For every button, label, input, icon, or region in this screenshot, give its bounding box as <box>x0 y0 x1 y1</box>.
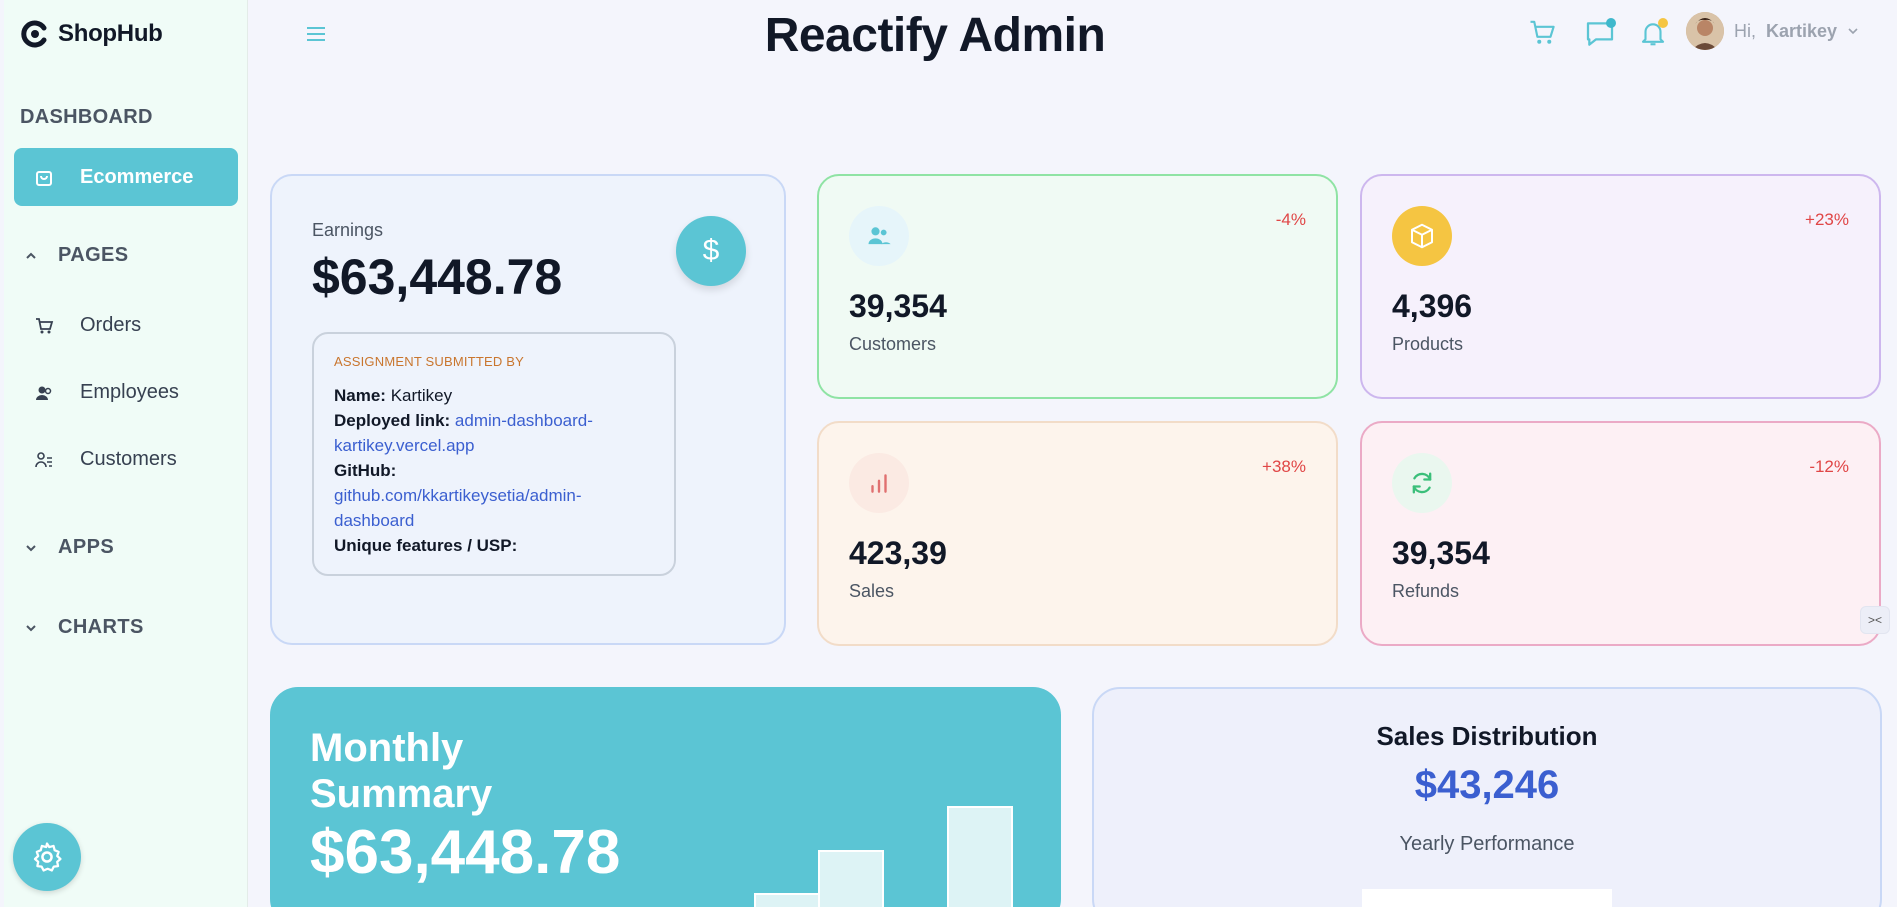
employees-icon <box>36 386 52 400</box>
avatar <box>1686 12 1724 50</box>
stat-label: Products <box>1392 334 1464 354</box>
chevron-down-icon <box>1848 28 1858 35</box>
refresh-icon <box>1392 453 1452 513</box>
pages-section-toggle[interactable]: PAGES <box>24 244 129 267</box>
sales-distribution-value: $43,246 <box>1414 763 1560 807</box>
sales-distribution-card: Sales Distribution $43,246 Yearly Perfor… <box>1092 687 1882 907</box>
stat-label: Sales <box>849 581 895 601</box>
stat-value: 423,39 <box>849 535 947 571</box>
stat-value: 4,396 <box>1392 288 1473 324</box>
cart-button[interactable] <box>1528 18 1558 53</box>
sidebar-item-label: Ecommerce <box>80 165 194 188</box>
change-badge: -4% <box>1275 210 1306 229</box>
change-badge: +38% <box>1262 457 1306 476</box>
greeting: Hi, <box>1734 20 1756 41</box>
shopping-bag-icon <box>36 171 52 186</box>
customers-icon <box>35 451 52 467</box>
stat-value: 39,354 <box>1392 535 1490 571</box>
apps-section-title: APPS <box>58 536 115 558</box>
sidebar-item-customers[interactable]: Customers <box>34 448 177 471</box>
earnings-label: Earnings <box>312 220 384 240</box>
notification-dot <box>1658 18 1668 28</box>
assignment-heading: ASSIGNMENT SUBMITTED BY <box>334 354 524 369</box>
sidebar-item-label: Employees <box>80 381 179 403</box>
cart-icon <box>36 317 54 333</box>
name-value: Kartikey <box>390 386 453 405</box>
chart-bar <box>818 850 884 907</box>
chevron-down-icon <box>26 624 36 631</box>
earnings-value: $63,448.78 <box>312 249 563 305</box>
sidebar-item-orders[interactable]: Orders <box>34 314 141 337</box>
github-link[interactable]: github.com/kkartikeysetia/admin-dashboar… <box>334 486 582 530</box>
user-menu[interactable]: Hi, Kartikey <box>1686 12 1859 50</box>
sidebar-item-employees[interactable]: Employees <box>34 381 179 404</box>
sidebar-item-label: Customers <box>80 448 177 470</box>
sidebar-item-ecommerce[interactable]: Ecommerce <box>14 148 238 206</box>
usp-key: Unique features / USP: <box>334 536 518 555</box>
sales-stat-card: +38% 423,39 Sales <box>817 421 1338 646</box>
chart-bar <box>947 806 1013 907</box>
notifications-button[interactable] <box>1638 18 1668 53</box>
user-name: Kartikey <box>1766 20 1838 41</box>
stat-value: 39,354 <box>849 288 947 324</box>
earnings-card: Earnings $63,448.78 $ ASSIGNMENT SUBMITT… <box>270 174 786 645</box>
gear-icon <box>33 842 62 872</box>
change-badge: -12% <box>1809 457 1849 476</box>
monthly-summary-card: Monthly Summary $63,448.78 <box>270 687 1061 907</box>
chart-bar <box>754 893 820 907</box>
side-panel-toggle[interactable]: >< <box>1860 606 1890 634</box>
messages-button[interactable] <box>1584 18 1616 55</box>
change-badge: +23% <box>1805 210 1849 229</box>
assignment-box: ASSIGNMENT SUBMITTED BY Name: Kartikey D… <box>312 332 676 576</box>
sales-distribution-subtitle: Yearly Performance <box>1399 833 1575 855</box>
customers-stat-card: -4% 39,354 Customers <box>817 174 1338 399</box>
sidebar-item-label: Orders <box>80 314 142 336</box>
stat-label: Customers <box>849 334 937 354</box>
stat-label: Refunds <box>1392 581 1460 601</box>
sidebar: ShopHub DASHBOARD Ecommerce PAGES Orders… <box>4 0 248 907</box>
dashboard-section-title: DASHBOARD <box>20 106 153 128</box>
github-key: GitHub: <box>334 461 397 480</box>
sales-distribution-title: Sales Distribution <box>1376 721 1598 751</box>
apps-section-toggle[interactable]: APPS <box>24 536 114 559</box>
charts-section-toggle[interactable]: CHARTS <box>24 616 144 639</box>
cart-icon <box>1530 20 1555 44</box>
name-key: Name: <box>334 386 386 405</box>
chevron-up-icon <box>26 252 36 259</box>
customers-icon <box>849 206 909 266</box>
box-icon <box>1392 206 1452 266</box>
products-stat-card: +23% 4,396 Products <box>1360 174 1881 399</box>
monthly-summary-value: $63,448.78 <box>310 818 621 887</box>
chevron-down-icon <box>26 544 36 551</box>
charts-section-title: CHARTS <box>58 616 144 638</box>
monthly-summary-title: Monthly Summary <box>310 726 493 816</box>
deployed-link-key: Deployed link: <box>334 411 451 430</box>
settings-button[interactable] <box>13 823 81 891</box>
distribution-chart-area <box>1362 889 1612 907</box>
dollar-icon[interactable]: $ <box>676 216 746 286</box>
bar-chart-icon <box>849 453 909 513</box>
pages-section-title: PAGES <box>58 244 129 266</box>
refunds-stat-card: -12% 39,354 Refunds <box>1360 421 1881 646</box>
notification-dot <box>1606 18 1616 28</box>
